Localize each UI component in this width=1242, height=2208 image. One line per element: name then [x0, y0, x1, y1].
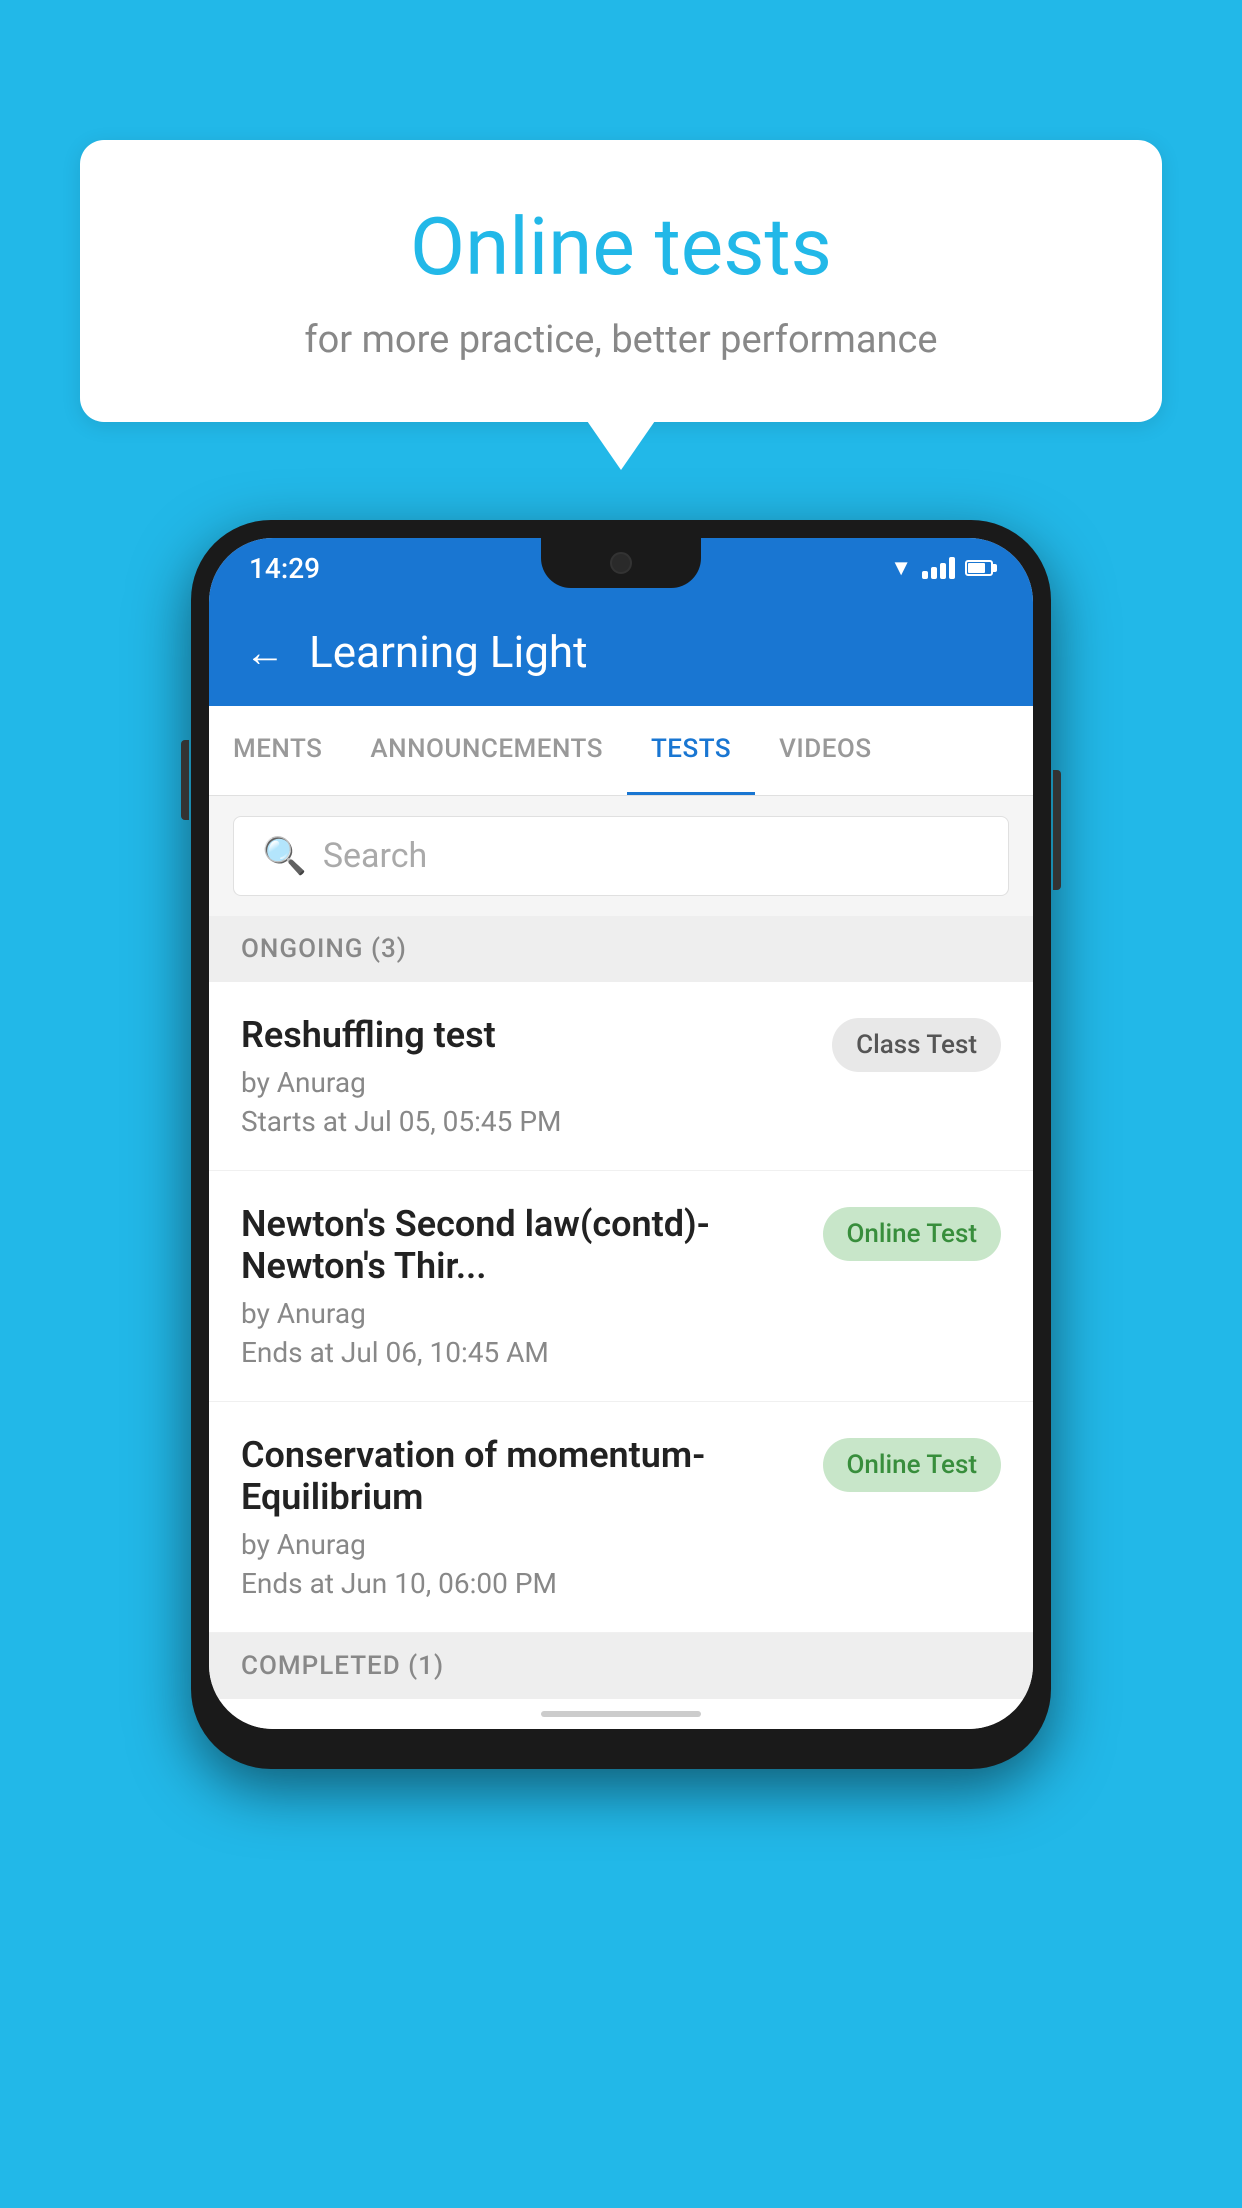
search-container: 🔍 Search — [209, 796, 1033, 916]
phone-notch — [541, 538, 701, 588]
app-title: Learning Light — [309, 626, 588, 678]
speech-bubble: Online tests for more practice, better p… — [80, 140, 1162, 422]
phone-container: 14:29 ▼ ← Learning Light — [191, 520, 1051, 1769]
home-bar — [541, 1711, 701, 1717]
tab-videos[interactable]: VIDEOS — [755, 706, 895, 795]
phone-screen: 14:29 ▼ ← Learning Light — [209, 538, 1033, 1729]
test-title: Conservation of momentum-Equilibrium — [241, 1434, 803, 1518]
phone-camera — [610, 552, 632, 574]
tabs-container: MENTS ANNOUNCEMENTS TESTS VIDEOS — [209, 706, 1033, 796]
phone-frame: 14:29 ▼ ← Learning Light — [191, 520, 1051, 1769]
test-author: by Anurag — [241, 1528, 803, 1561]
tab-ments[interactable]: MENTS — [209, 706, 346, 795]
speech-bubble-subtitle: for more practice, better performance — [160, 318, 1082, 362]
speech-bubble-container: Online tests for more practice, better p… — [80, 140, 1162, 422]
test-item-content: Newton's Second law(contd)-Newton's Thir… — [241, 1203, 803, 1369]
wifi-icon: ▼ — [890, 555, 912, 581]
test-title: Reshuffling test — [241, 1014, 812, 1056]
search-bar[interactable]: 🔍 Search — [233, 816, 1009, 896]
completed-section-header: COMPLETED (1) — [209, 1633, 1033, 1699]
test-time: Ends at Jun 10, 06:00 PM — [241, 1567, 803, 1600]
test-item-content: Reshuffling test by Anurag Starts at Jul… — [241, 1014, 812, 1138]
status-icons: ▼ — [890, 555, 993, 581]
test-title: Newton's Second law(contd)-Newton's Thir… — [241, 1203, 803, 1287]
ongoing-section-header: ONGOING (3) — [209, 916, 1033, 982]
speech-bubble-title: Online tests — [160, 200, 1082, 294]
test-item[interactable]: Reshuffling test by Anurag Starts at Jul… — [209, 982, 1033, 1171]
test-badge-online: Online Test — [823, 1207, 1002, 1261]
battery-icon — [965, 560, 993, 576]
test-time: Starts at Jul 05, 05:45 PM — [241, 1105, 812, 1138]
tab-announcements[interactable]: ANNOUNCEMENTS — [346, 706, 627, 795]
signal-icon — [922, 557, 955, 579]
home-indicator — [209, 1699, 1033, 1729]
status-time: 14:29 — [249, 552, 320, 585]
search-icon: 🔍 — [262, 835, 307, 877]
test-author: by Anurag — [241, 1297, 803, 1330]
search-placeholder: Search — [323, 836, 427, 876]
test-badge-online: Online Test — [823, 1438, 1002, 1492]
test-time: Ends at Jul 06, 10:45 AM — [241, 1336, 803, 1369]
test-author: by Anurag — [241, 1066, 812, 1099]
tab-tests[interactable]: TESTS — [627, 706, 755, 795]
test-item-content: Conservation of momentum-Equilibrium by … — [241, 1434, 803, 1600]
test-badge-class: Class Test — [832, 1018, 1001, 1072]
back-button[interactable]: ← — [245, 629, 285, 676]
test-item[interactable]: Conservation of momentum-Equilibrium by … — [209, 1402, 1033, 1633]
app-header: ← Learning Light — [209, 598, 1033, 706]
test-item[interactable]: Newton's Second law(contd)-Newton's Thir… — [209, 1171, 1033, 1402]
